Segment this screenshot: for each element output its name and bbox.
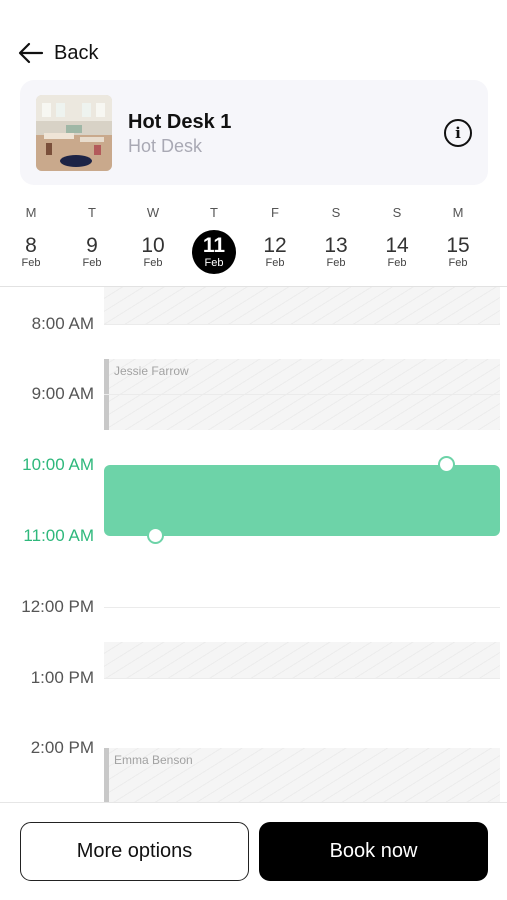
booking-block: Emma Benson bbox=[104, 748, 500, 802]
day-number: 11 bbox=[202, 234, 226, 257]
resource-card: Hot Desk 1 Hot Desk i bbox=[20, 80, 488, 185]
day-weekday: T bbox=[210, 205, 218, 220]
start-drag-handle[interactable] bbox=[438, 456, 455, 473]
day-number: 13 bbox=[324, 234, 348, 257]
day-date: 12 Feb bbox=[253, 230, 297, 274]
back-label: Back bbox=[54, 41, 99, 64]
day-weekday: S bbox=[392, 205, 402, 220]
room-thumbnail bbox=[36, 95, 112, 171]
day-date: 14 Feb bbox=[375, 230, 419, 274]
day-month: Feb bbox=[143, 257, 163, 269]
day-date: 9 Feb bbox=[70, 230, 114, 274]
day-date: 8 Feb bbox=[9, 230, 53, 274]
hour-line bbox=[104, 607, 500, 608]
day-weekday: S bbox=[331, 205, 341, 220]
day-number: 8 bbox=[25, 234, 37, 257]
bottom-bar-divider bbox=[0, 802, 507, 803]
info-icon[interactable]: i bbox=[444, 119, 472, 147]
day-date: 13 Feb bbox=[314, 230, 358, 274]
hour-label-selected-start: 10:00 AM bbox=[22, 455, 94, 474]
hour-label: 1:00 PM bbox=[30, 668, 94, 687]
hour-line bbox=[104, 394, 500, 395]
date-strip: M 8 Feb T 9 Feb W 10 Feb T 11 Feb F 12 Feb S 13 Feb S 14 Feb… bbox=[0, 204, 507, 286]
booking-name: Jessie Farrow bbox=[114, 364, 189, 378]
unavailable-block bbox=[104, 642, 500, 679]
hour-label: 2:00 PM bbox=[30, 738, 94, 757]
day-14-feb[interactable]: S 14 Feb bbox=[372, 204, 422, 278]
day-9-feb[interactable]: T 9 Feb bbox=[67, 204, 117, 278]
day-month: Feb bbox=[326, 257, 346, 269]
selected-day-indicator: 11 Feb bbox=[192, 230, 236, 274]
day-month: Feb bbox=[204, 257, 224, 269]
day-8-feb[interactable]: M 8 Feb bbox=[6, 204, 56, 278]
day-number: 14 bbox=[385, 234, 409, 257]
day-date: 15 Feb bbox=[436, 230, 480, 274]
day-number: 10 bbox=[141, 234, 165, 257]
hour-label: 12:00 PM bbox=[21, 597, 94, 616]
day-weekday: T bbox=[88, 205, 96, 220]
hour-label: 9:00 AM bbox=[31, 384, 94, 403]
day-number: 9 bbox=[86, 234, 98, 257]
day-weekday: M bbox=[25, 205, 37, 220]
arrow-left-icon bbox=[18, 42, 44, 64]
day-10-feb[interactable]: W 10 Feb bbox=[128, 204, 178, 278]
day-15-feb[interactable]: M 15 Feb bbox=[433, 204, 483, 278]
hour-label: 8:00 AM bbox=[31, 314, 94, 333]
back-button[interactable]: Back bbox=[18, 38, 98, 68]
end-drag-handle[interactable] bbox=[147, 527, 164, 544]
hour-line bbox=[104, 678, 500, 679]
selected-time-range[interactable] bbox=[104, 456, 500, 544]
day-month: Feb bbox=[82, 257, 102, 269]
unavailable-block bbox=[104, 287, 500, 324]
day-11-feb[interactable]: T 11 Feb bbox=[189, 204, 239, 278]
day-month: Feb bbox=[21, 257, 41, 269]
resource-title: Hot Desk 1 bbox=[128, 111, 232, 133]
book-now-button[interactable]: Book now bbox=[259, 822, 488, 881]
timeline[interactable]: Jessie Farrow Emma Benson 8:00 AM 9:00 A… bbox=[0, 287, 507, 802]
day-weekday: F bbox=[271, 205, 279, 220]
day-month: Feb bbox=[265, 257, 285, 269]
booking-screen: Back Hot Desk 1 Hot Desk i M 8 Feb T 9 F… bbox=[0, 0, 507, 900]
day-month: Feb bbox=[387, 257, 407, 269]
hour-label-selected-end: 11:00 AM bbox=[23, 526, 94, 545]
day-number: 15 bbox=[446, 234, 470, 257]
day-13-feb[interactable]: S 13 Feb bbox=[311, 204, 361, 278]
day-weekday: M bbox=[452, 205, 464, 220]
more-options-button[interactable]: More options bbox=[20, 822, 249, 881]
day-12-feb[interactable]: F 12 Feb bbox=[250, 204, 300, 278]
day-number: 12 bbox=[263, 234, 287, 257]
hour-line bbox=[104, 324, 500, 325]
day-month: Feb bbox=[448, 257, 468, 269]
booking-name: Emma Benson bbox=[114, 753, 193, 767]
day-date: 10 Feb bbox=[131, 230, 175, 274]
day-weekday: W bbox=[146, 205, 160, 220]
resource-type: Hot Desk bbox=[128, 136, 203, 156]
